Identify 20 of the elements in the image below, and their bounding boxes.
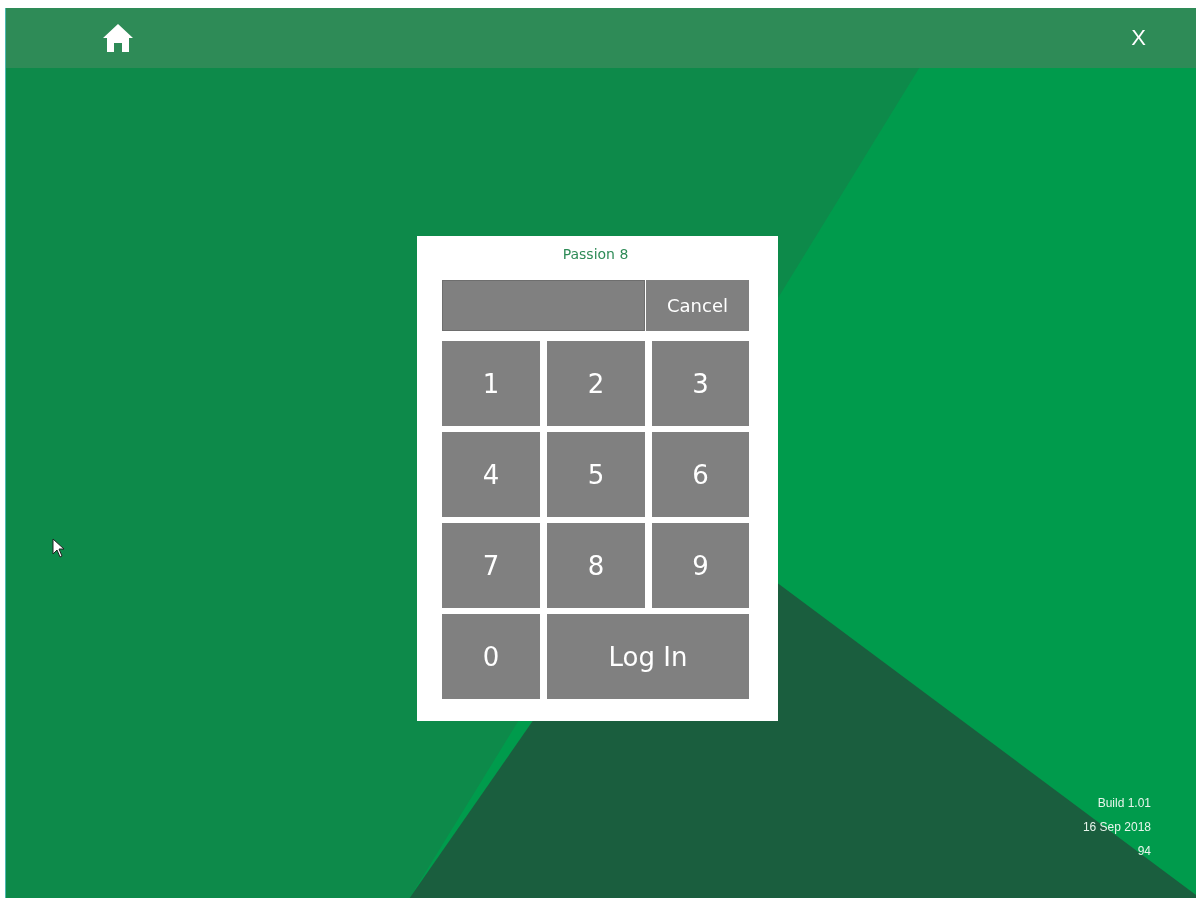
build-info-text: 16 Sep 2018 <box>1082 820 1151 834</box>
cancel-button[interactable]: Cancel <box>646 280 749 331</box>
cursor-icon <box>52 538 66 558</box>
digit-key[interactable]: 0 <box>442 614 540 699</box>
digit-key[interactable]: 6 <box>652 432 749 517</box>
digit-key[interactable]: 2 <box>547 341 645 426</box>
digit-key[interactable]: 7 <box>442 523 540 608</box>
digit-key[interactable]: 3 <box>652 341 749 426</box>
digit-key[interactable]: 9 <box>652 523 749 608</box>
dialog-title: Passion 8 <box>561 246 630 264</box>
build-info-text: Build 1.01 <box>1097 796 1151 810</box>
login-button[interactable]: Log In <box>547 614 749 699</box>
digit-key[interactable]: 5 <box>547 432 645 517</box>
digit-key[interactable]: 1 <box>442 341 540 426</box>
home-icon[interactable] <box>102 23 134 53</box>
digit-key[interactable]: 8 <box>547 523 645 608</box>
pin-field[interactable] <box>442 280 645 331</box>
close-button[interactable]: X <box>1125 25 1152 51</box>
build-info-text: 94 <box>1137 844 1151 858</box>
digit-key[interactable]: 4 <box>442 432 540 517</box>
